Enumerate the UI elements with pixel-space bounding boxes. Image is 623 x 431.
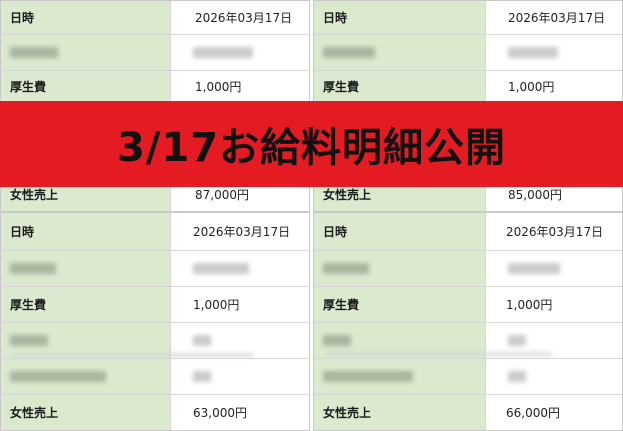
- redacted-value: [486, 359, 526, 394]
- redacted-value: [486, 35, 558, 70]
- datetime-label: 日時: [314, 213, 486, 250]
- sales-label: 女性売上: [314, 395, 486, 430]
- redaction-streak: [326, 352, 552, 356]
- redacted-label: [1, 251, 171, 286]
- sales-value: 66,000円: [506, 406, 560, 420]
- redacted-label: [314, 359, 486, 394]
- payslip-panel-3: 日時 2026年03月17日 厚生費 1,000円 女性売上 63,000円: [0, 212, 310, 431]
- redacted-label: [314, 251, 486, 286]
- date-value: 2026年03月17日: [508, 11, 606, 25]
- datetime-label: 日時: [1, 1, 171, 34]
- date-value: 2026年03月17日: [195, 11, 293, 25]
- redacted-label: [1, 35, 171, 70]
- redacted-value: [171, 359, 211, 394]
- redacted-value: [171, 35, 253, 70]
- datetime-label: 日時: [314, 1, 486, 34]
- date-value: 2026年03月17日: [193, 225, 291, 239]
- date-value: 2026年03月17日: [506, 225, 604, 239]
- welfare-value: 1,000円: [506, 298, 553, 312]
- payslip-panel-4: 日時 2026年03月17日 厚生費 1,000円 女性売上 66,000円: [313, 212, 623, 431]
- welfare-value: 1,000円: [193, 298, 240, 312]
- redacted-value: [486, 251, 560, 286]
- datetime-label: 日時: [1, 213, 171, 250]
- sales-value: 63,000円: [193, 406, 247, 420]
- redacted-label: [1, 359, 171, 394]
- banner-title: 3/17お給料明細公開: [116, 125, 507, 171]
- welfare-label: 厚生費: [314, 71, 486, 102]
- welfare-value: 1,000円: [195, 80, 242, 94]
- welfare-label: 厚生費: [314, 287, 486, 322]
- redaction-streak: [14, 353, 254, 357]
- welfare-label: 厚生費: [1, 71, 171, 102]
- welfare-value: 1,000円: [508, 80, 555, 94]
- sales-label: 女性売上: [1, 395, 171, 430]
- announcement-banner: 3/17お給料明細公開: [0, 101, 623, 187]
- redacted-label: [314, 35, 486, 70]
- redacted-value: [171, 251, 249, 286]
- welfare-label: 厚生費: [1, 287, 171, 322]
